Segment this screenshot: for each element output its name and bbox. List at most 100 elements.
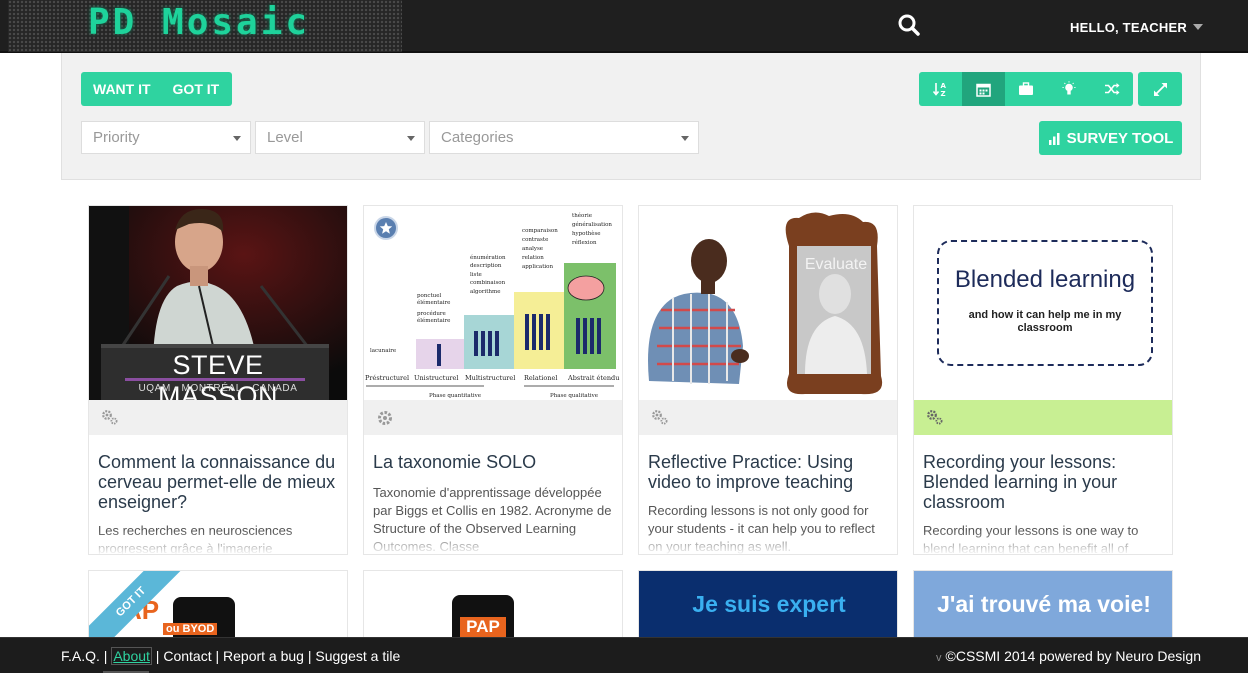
filter-panel: WANT IT GOT IT Priority Level Categories…: [61, 53, 1201, 180]
gears-icon[interactable]: [651, 409, 669, 430]
tile-action-bar: [914, 400, 1172, 435]
star-icon[interactable]: [374, 216, 398, 240]
want-it-button[interactable]: WANT IT: [81, 81, 161, 97]
tile-action-bar: [89, 400, 347, 435]
solo-term: algorithme: [470, 289, 500, 295]
tile-image-text: J'ai trouvé ma voie!: [937, 591, 1151, 617]
solo-term: élémentaire: [417, 317, 450, 324]
logo[interactable]: PD Mosaic: [8, 0, 402, 52]
tile-title[interactable]: Comment la connaissance du cerveau perme…: [98, 452, 338, 512]
blended-learning-heading: Blended learning: [954, 266, 1136, 293]
solo-term: lacunaire: [370, 348, 396, 354]
shuffle-icon[interactable]: [1090, 72, 1133, 106]
top-bar: PD Mosaic HELLO, TEACHER: [0, 0, 1248, 53]
tile-card[interactable]: Blended learning and how it can help me …: [913, 205, 1173, 555]
survey-tool-button[interactable]: SURVEY TOOL: [1039, 121, 1182, 155]
tile-fade: [89, 531, 347, 554]
logo-text: PD Mosaic: [88, 2, 311, 43]
report-bug-link[interactable]: Report a bug: [223, 648, 304, 664]
tile-title[interactable]: Recording your lessons: Blended learning…: [923, 452, 1163, 512]
tile-fade: [364, 531, 622, 554]
copyright-text: ©CSSMI 2014 powered by Neuro Design: [945, 648, 1201, 664]
solo-term: hypothèse: [572, 230, 601, 237]
copyright: v ©CSSMI 2014 powered by Neuro Design: [936, 648, 1201, 664]
faq-link[interactable]: F.A.Q.: [61, 648, 100, 664]
briefcase-icon[interactable]: [1004, 72, 1048, 106]
bar-chart-icon: [1048, 132, 1060, 145]
gears-icon[interactable]: [926, 409, 944, 430]
level-select[interactable]: Level: [255, 121, 425, 154]
solo-term: théorie: [572, 212, 592, 219]
caret-down-icon[interactable]: [1193, 24, 1203, 30]
solo-term: contraste: [522, 237, 548, 243]
solo-term: relation: [522, 255, 544, 261]
solo-term: élémentaire: [417, 299, 450, 306]
tile-image: Evaluate: [639, 206, 897, 400]
survey-tool-label: SURVEY TOOL: [1066, 129, 1174, 147]
tile-image: Blended learning and how it can help me …: [914, 206, 1172, 400]
tile-card[interactable]: lacunaire ponctuel élémentaire procédure…: [363, 205, 623, 555]
tile-fade: [639, 531, 897, 554]
categories-select[interactable]: Categories: [429, 121, 699, 154]
user-greeting[interactable]: HELLO, TEACHER: [1070, 20, 1187, 35]
solo-stage-label: Abstrait étendu: [567, 374, 619, 382]
solo-term: liste: [470, 272, 482, 278]
solo-stage-label: Préstructurel: [365, 374, 409, 382]
blended-learning-subheading: and how it can help me in my classroom: [968, 309, 1122, 334]
gear-icon[interactable]: [376, 409, 394, 432]
tile-image: STEVE MASSON UQAM - MONTRÉAL - CANADA: [89, 206, 347, 400]
lightbulb-icon[interactable]: [1047, 72, 1091, 106]
tile-image-subtext: ou BYOD: [163, 623, 218, 635]
categories-placeholder: Categories: [441, 129, 514, 146]
chevron-down-icon: [681, 136, 689, 141]
got-it-button[interactable]: GOT IT: [161, 81, 230, 97]
speaker-affiliation-caption: UQAM - MONTRÉAL - CANADA: [138, 383, 298, 394]
evaluate-caption: Evaluate: [804, 256, 868, 273]
priority-placeholder: Priority: [93, 129, 140, 146]
chevron-down-icon: [233, 136, 241, 141]
chevron-down-icon: [407, 136, 415, 141]
tile-image-text: Je suis expert: [692, 591, 846, 617]
tile-title[interactable]: Reflective Practice: Using video to impr…: [648, 452, 888, 492]
solo-term: énumération: [470, 254, 506, 261]
tile-image: lacunaire ponctuel élémentaire procédure…: [364, 206, 622, 400]
footer: F.A.Q. | About | Contact | Report a bug …: [0, 637, 1248, 673]
solo-term: combinaison: [470, 280, 506, 286]
tile-image-text: PAP: [460, 617, 506, 637]
tile-card[interactable]: STEVE MASSON UQAM - MONTRÉAL - CANADA Co…: [88, 205, 348, 555]
suggest-tile-link[interactable]: Suggest a tile: [315, 648, 400, 664]
solo-stage-label: Relationel: [524, 374, 557, 382]
sort-alpha-icon[interactable]: AZ: [919, 72, 962, 106]
solo-term: généralisation: [572, 221, 612, 228]
solo-term: procédure: [417, 310, 446, 317]
contact-link[interactable]: Contact: [163, 648, 211, 664]
solo-term: ponctuel: [417, 293, 441, 299]
want-got-toggle: WANT IT GOT IT: [81, 72, 232, 106]
solo-term: description: [470, 263, 502, 269]
tile-title[interactable]: La taxonomie SOLO: [373, 452, 613, 472]
expand-icon: [1153, 82, 1167, 96]
view-toggle-group: AZ: [919, 72, 1133, 106]
solo-term: application: [522, 264, 553, 270]
priority-select[interactable]: Priority: [81, 121, 251, 154]
tile-fade: [914, 531, 1172, 554]
footer-links: F.A.Q. | About | Contact | Report a bug …: [61, 647, 401, 665]
gears-icon[interactable]: [101, 409, 119, 430]
about-link[interactable]: About: [111, 647, 152, 665]
calendar-icon[interactable]: [961, 72, 1005, 106]
blended-learning-box: [937, 240, 1153, 366]
solo-term: réflexion: [572, 239, 597, 246]
svg-text:A: A: [941, 82, 947, 90]
solo-term: comparaison: [522, 228, 558, 234]
tile-action-bar: [639, 400, 897, 435]
search-icon[interactable]: [896, 12, 922, 38]
version-mark: v: [936, 652, 942, 664]
solo-stage-label: Unistructurel: [414, 374, 458, 382]
level-placeholder: Level: [267, 129, 303, 146]
expand-button[interactable]: [1138, 72, 1182, 106]
tile-card[interactable]: Evaluate Reflective Practice: Using vide…: [638, 205, 898, 555]
phase-label: Phase qualitative: [550, 393, 598, 399]
svg-text:Z: Z: [941, 90, 946, 97]
solo-term: analyse: [522, 246, 543, 252]
tile-action-bar: [364, 400, 622, 435]
